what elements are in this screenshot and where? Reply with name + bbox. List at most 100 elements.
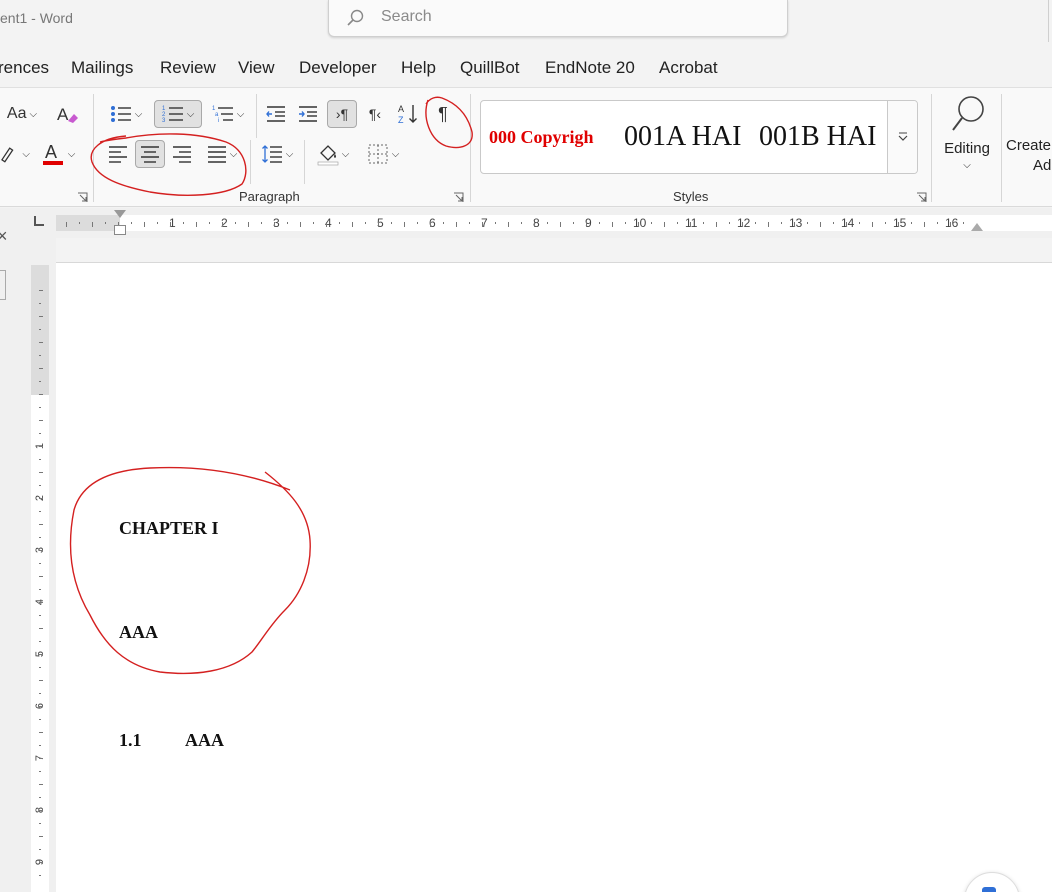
ruler-tick [469,222,470,224]
group-separator [250,140,251,184]
justify-button[interactable]: ⌵ [200,140,244,168]
rtl-button[interactable]: ¶‹ [361,100,389,128]
sort-az-icon: A Z [398,104,417,125]
highlight-color-button[interactable]: ⌵ [0,140,30,168]
ruler-tick [781,222,782,224]
change-case-button[interactable]: Aa ⌵ [0,100,44,128]
borders-button[interactable]: ⌵ [362,140,404,168]
style-000-copyright[interactable]: 000 Copyrigh [489,101,615,173]
ruler-tick [690,222,691,227]
ruler-tick [716,222,717,227]
ruler-tick [39,459,41,460]
ruler-tick [39,381,41,382]
ruler-tick [937,222,938,224]
group-separator [256,94,257,138]
numbering-button[interactable]: 1 2 3 ⌵ [154,100,202,128]
font-color-icon: A [42,142,63,165]
ruler-tick [39,849,41,850]
align-left-button[interactable] [104,140,132,168]
ruler-tick [39,589,41,590]
ruler-tick [39,745,41,746]
styles-group-label: Styles [673,189,709,204]
ruler-tick [534,222,535,227]
chapter-heading[interactable]: CHAPTER I [119,518,219,539]
line-spacing-button[interactable]: ⌵ [256,140,298,168]
horizontal-ruler[interactable]: 1 2 3 4 5 6 7 8 9 10 11 12 13 14 15 16 [56,210,1052,235]
title-bar: ent1 - Word Search [0,0,1052,42]
font-dialog-launcher-icon[interactable] [77,192,88,203]
ruler-tick [39,563,41,564]
search-placeholder[interactable]: Search [381,8,432,26]
shading-button[interactable]: ⌵ [312,140,354,168]
svg-text:3: 3 [162,118,166,124]
style-001b[interactable]: 001B HAI [759,101,881,173]
ruler-tick [313,222,314,224]
tab-selector-icon[interactable] [34,216,44,226]
increase-indent-button[interactable] [294,100,322,128]
search-box[interactable]: Search [328,0,788,37]
group-separator [470,94,471,202]
ruler-tick [625,222,626,224]
tab-references[interactable]: rences [0,58,49,78]
ruler-tick [39,784,43,785]
multilevel-list-icon: 1 a i [212,106,233,124]
clear-formatting-button[interactable]: A [52,100,82,128]
show-hide-marks-button[interactable]: ¶ [428,100,458,128]
tab-developer[interactable]: Developer [299,58,377,78]
ruler-tick [39,797,41,798]
indent-marker[interactable] [114,210,126,218]
ruler-tick [39,446,43,447]
hanging-indent-marker[interactable] [114,225,126,235]
create-adobe-pdf-button[interactable]: Create Ad [1006,136,1052,176]
ruler-tick [768,222,769,227]
tab-view[interactable]: View [238,58,275,78]
ruler-tick [39,355,41,356]
styles-more-button[interactable] [887,101,917,173]
paragraph-dialog-launcher-icon[interactable] [453,192,464,203]
tab-acrobat[interactable]: Acrobat [659,58,718,78]
decrease-indent-button[interactable] [262,100,290,128]
ruler-tick [39,576,43,577]
ribbon-tabs: rences Mailings Review View Developer He… [0,48,1052,84]
change-case-label: Aa [6,105,27,122]
ruler-tick [39,550,43,551]
ruler-number: 10 [633,216,647,230]
section-number[interactable]: 1.1 [119,730,142,751]
tab-help[interactable]: Help [401,58,436,78]
tab-review[interactable]: Review [160,58,216,78]
document-page[interactable]: CHAPTER I AAA 1.1 AAA [56,262,1052,892]
bullets-button[interactable]: ⌵ [104,100,148,128]
chevron-down-icon: ⌵ [186,108,195,120]
ruler-tick [39,498,43,499]
chevron-down-icon: ⌵ [236,108,245,120]
ruler-tick [508,222,509,227]
editing-button[interactable]: Editing ⌵ [938,92,996,176]
copilot-icon [982,887,996,892]
ruler-tick [39,719,41,720]
font-color-button[interactable]: A ⌵ [36,140,80,168]
style-001a[interactable]: 001A HAI [624,101,746,173]
tab-endnote[interactable]: EndNote 20 [545,58,635,78]
section-title[interactable]: AAA [185,730,224,751]
ruler-number: 15 [893,216,907,230]
tab-quillbot[interactable]: QuillBot [460,58,520,78]
ltr-button[interactable]: ›¶ [327,100,357,128]
align-center-button[interactable] [135,140,165,168]
ruler-tick [39,511,41,512]
align-right-button[interactable] [168,140,196,168]
right-indent-marker[interactable] [971,223,983,231]
close-pane-icon[interactable]: × [0,226,8,247]
paint-bucket-icon [317,145,339,166]
ruler-tick [794,222,795,227]
ruler-tick [209,222,210,224]
ruler-tick [833,222,834,224]
styles-dialog-launcher-icon[interactable] [916,192,927,203]
chapter-subheading[interactable]: AAA [119,622,158,643]
ruler-tick [39,394,43,395]
sort-button[interactable]: A Z [394,100,424,128]
ruler-tick [586,222,587,227]
ruler-number: 16 [945,216,959,230]
multilevel-list-button[interactable]: 1 a i ⌵ [208,100,248,128]
vertical-ruler[interactable]: 123456789 [31,265,49,892]
tab-mailings[interactable]: Mailings [71,58,133,78]
